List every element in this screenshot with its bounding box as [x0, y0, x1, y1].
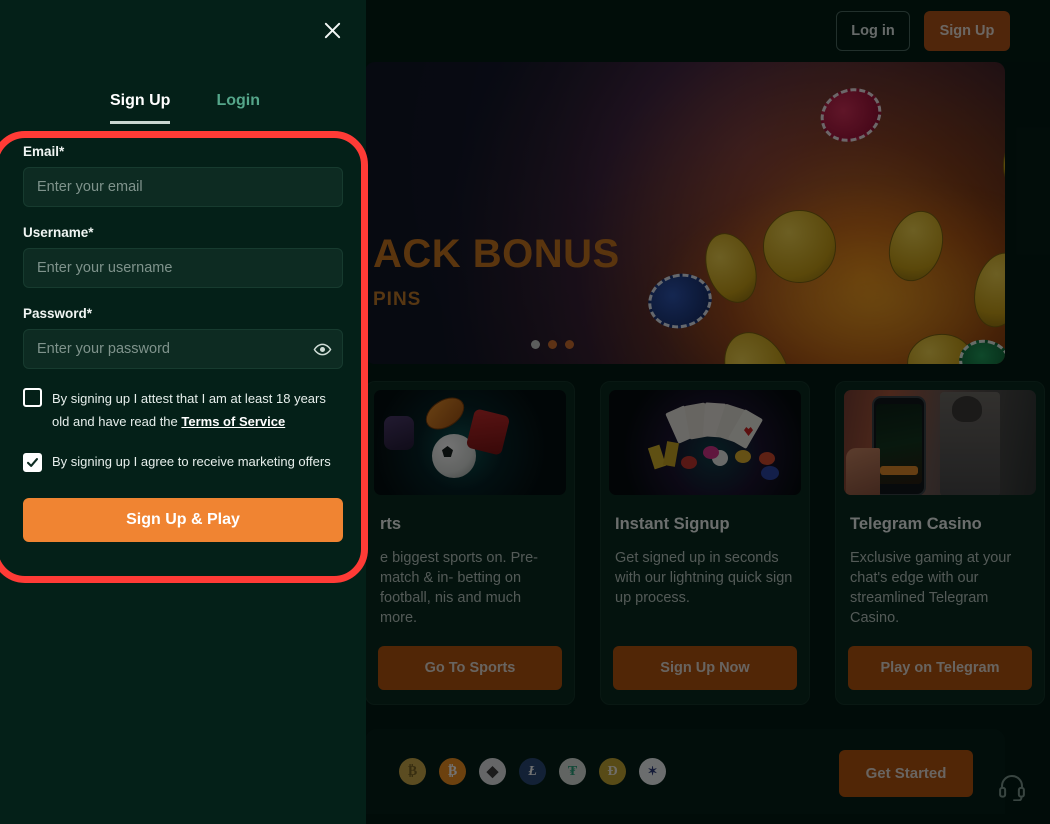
- age-terms-text: By signing up I attest that I am at leas…: [52, 387, 343, 433]
- sign-up-and-play-button[interactable]: Sign Up & Play: [23, 498, 343, 542]
- username-required-mark: *: [88, 225, 94, 240]
- auth-tabs: Sign Up Login: [0, 92, 366, 124]
- tab-login[interactable]: Login: [216, 92, 260, 124]
- app-root: Log in Sign Up ACK BONUS PINS: [0, 0, 1050, 824]
- terms-of-service-link[interactable]: Terms of Service: [181, 414, 285, 429]
- email-label: Email*: [23, 144, 343, 159]
- marketing-checkbox-row[interactable]: By signing up I agree to receive marketi…: [23, 452, 343, 472]
- password-required-mark: *: [86, 306, 93, 321]
- age-terms-checkbox[interactable]: [23, 388, 42, 407]
- signup-modal: Sign Up Login Email* Username* Password*: [0, 0, 366, 824]
- password-input[interactable]: [23, 329, 343, 369]
- email-input[interactable]: [23, 167, 343, 207]
- username-field-wrap: [23, 248, 343, 288]
- password-label-text: Password: [23, 306, 87, 321]
- email-required-mark: *: [59, 144, 65, 159]
- tab-signup[interactable]: Sign Up: [110, 92, 171, 124]
- eye-icon[interactable]: [312, 339, 332, 359]
- age-terms-checkbox-row[interactable]: By signing up I attest that I am at leas…: [23, 387, 343, 433]
- marketing-checkbox[interactable]: [23, 453, 42, 472]
- email-label-text: Email: [23, 144, 60, 159]
- email-field-wrap: [23, 167, 343, 207]
- marketing-text: By signing up I agree to receive marketi…: [52, 454, 331, 469]
- password-field-wrap: [23, 329, 343, 369]
- signup-form: Email* Username* Password*: [0, 124, 366, 542]
- username-input[interactable]: [23, 248, 343, 288]
- username-label: Username*: [23, 225, 343, 240]
- close-icon[interactable]: [315, 13, 349, 47]
- password-label: Password*: [23, 306, 343, 321]
- username-label-text: Username: [23, 225, 89, 240]
